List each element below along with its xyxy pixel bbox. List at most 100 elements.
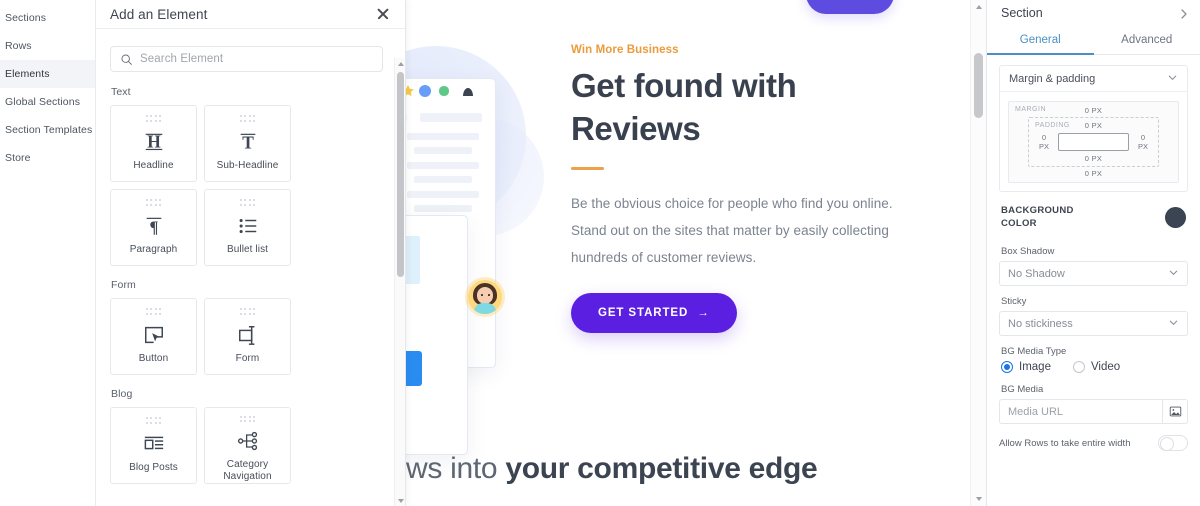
panel-title: Add an Element xyxy=(110,6,208,22)
background-color-swatch[interactable] xyxy=(1165,206,1186,228)
chevron-down-icon[interactable] xyxy=(1167,72,1178,86)
page-builder-app: Sections Rows Elements Global Sections S… xyxy=(0,0,1200,506)
padding-left-value[interactable]: 0 PX xyxy=(1034,133,1054,151)
floating-pill-button[interactable] xyxy=(806,0,894,14)
sidebar-item-store[interactable]: Store xyxy=(0,144,95,172)
bg-media-label: BG Media xyxy=(1001,384,1044,395)
hero-divider xyxy=(571,167,604,170)
canvas-scrollbar[interactable] xyxy=(970,0,986,506)
bg-media-type-radios: Image Video xyxy=(1001,361,1188,373)
scroll-up-icon[interactable] xyxy=(395,58,405,69)
element-card-label: Paragraph xyxy=(129,244,178,255)
radio-image-label: Image xyxy=(1019,361,1051,373)
sidebar-item-rows[interactable]: Rows xyxy=(0,32,95,60)
cta-label: GET STARTED xyxy=(598,307,689,319)
margin-padding-accordion: Margin & padding MARGIN 0 PX PADDING 0 P… xyxy=(999,65,1188,192)
element-card-category-navigation[interactable]: Category Navigation xyxy=(204,407,291,484)
allow-rows-toggle[interactable] xyxy=(1158,435,1188,451)
drag-handle-icon[interactable] xyxy=(146,416,162,425)
sidebar-item-sections[interactable]: Sections xyxy=(0,4,95,32)
element-card-form[interactable]: Form xyxy=(204,298,291,375)
padding-bottom-value[interactable]: 0 PX xyxy=(1034,154,1153,163)
canvas-preview[interactable]: today! to us. ond to 5 stars review. Win… xyxy=(406,0,986,506)
accordion-label: Margin & padding xyxy=(1009,72,1096,85)
get-started-button[interactable]: GET STARTED → xyxy=(571,293,737,333)
close-icon[interactable] xyxy=(375,6,391,22)
scrollbar-thumb[interactable] xyxy=(397,72,404,277)
background-color-label-line1: BACKGROUND xyxy=(1001,205,1074,216)
left-nav: Sections Rows Elements Global Sections S… xyxy=(0,0,96,506)
background-color-label: BACKGROUND COLOR xyxy=(1001,204,1074,230)
drag-handle-icon[interactable] xyxy=(146,307,162,316)
search-element-field[interactable]: Search Element xyxy=(110,46,383,72)
tab-general[interactable]: General xyxy=(987,26,1094,55)
drag-handle-icon[interactable] xyxy=(240,198,256,207)
sidebar-item-label: Section Templates xyxy=(5,124,93,136)
settings-body: Margin & padding MARGIN 0 PX PADDING 0 P… xyxy=(987,55,1200,506)
padding-right-value[interactable]: 0 PX xyxy=(1133,133,1153,151)
sidebar-item-elements[interactable]: Elements xyxy=(0,60,95,88)
headline-icon: H xyxy=(143,128,165,156)
element-panel-scrollbar[interactable] xyxy=(394,58,405,506)
sidebar-item-section-templates[interactable]: Section Templates xyxy=(0,116,95,144)
svg-text:¶: ¶ xyxy=(149,217,158,236)
chevron-right-icon[interactable] xyxy=(1178,7,1190,19)
tab-advanced[interactable]: Advanced xyxy=(1094,26,1200,55)
padding-right-number: 0 xyxy=(1140,133,1146,142)
sidebar-item-global-sections[interactable]: Global Sections xyxy=(0,88,95,116)
hero-headline-line2: Reviews xyxy=(571,110,701,147)
element-card-paragraph[interactable]: ¶ Paragraph xyxy=(110,189,197,266)
margin-bottom-value[interactable]: 0 PX xyxy=(1015,169,1172,178)
drag-handle-icon[interactable] xyxy=(240,114,256,123)
drag-handle-icon[interactable] xyxy=(146,114,162,123)
scrollbar-thumb[interactable] xyxy=(974,53,983,118)
element-card-blog-posts[interactable]: Blog Posts xyxy=(110,407,197,484)
box-shadow-select[interactable]: No Shadow xyxy=(999,261,1188,286)
element-card-button[interactable]: Button xyxy=(110,298,197,375)
panel-body: Search Element Text H Headline T Sub-Hea… xyxy=(96,29,405,506)
element-card-label: Form xyxy=(235,353,260,364)
chevron-down-icon xyxy=(1168,267,1179,281)
section-settings-header: Section xyxy=(987,0,1200,26)
element-card-label: Headline xyxy=(133,160,174,171)
page-title: Section xyxy=(1001,6,1043,20)
sticky-select[interactable]: No stickiness xyxy=(999,311,1188,336)
sidebar-item-label: Global Sections xyxy=(5,96,81,108)
radio-video[interactable]: Video xyxy=(1072,361,1120,373)
drag-handle-icon[interactable] xyxy=(240,307,256,316)
media-url-input[interactable]: Media URL xyxy=(999,399,1162,424)
background-color-row: BACKGROUND COLOR xyxy=(999,204,1188,230)
margin-padding-header[interactable]: Margin & padding xyxy=(1000,66,1187,92)
background-color-label-line2: COLOR xyxy=(1001,218,1037,229)
scroll-up-icon[interactable] xyxy=(971,0,986,14)
element-card-headline[interactable]: H Headline xyxy=(110,105,197,182)
section-two-text-bold: your competitive edge xyxy=(505,452,818,485)
image-picker-icon[interactable] xyxy=(1162,399,1188,424)
drag-handle-icon[interactable] xyxy=(240,416,256,422)
hero-eyebrow: Win More Business xyxy=(571,44,679,56)
avatar xyxy=(468,280,502,314)
scroll-down-icon[interactable] xyxy=(971,492,986,506)
padding-middle-row: 0 PX 0 PX xyxy=(1034,133,1153,151)
padding-label: PADDING xyxy=(1035,122,1070,129)
padding-right-unit: PX xyxy=(1137,142,1148,151)
radio-image[interactable]: Image xyxy=(1001,361,1051,373)
element-card-sub-headline[interactable]: T Sub-Headline xyxy=(204,105,291,182)
hero-headline: Get found with Reviews xyxy=(571,64,901,150)
element-card-bullet-list[interactable]: Bullet list xyxy=(204,189,291,266)
bg-media-type-label: BG Media Type xyxy=(1001,346,1067,357)
sub-headline-icon: T xyxy=(237,128,259,156)
button-icon xyxy=(143,321,165,349)
drag-handle-icon[interactable] xyxy=(146,198,162,207)
scroll-down-icon[interactable] xyxy=(395,495,405,506)
element-card-label: Sub-Headline xyxy=(216,160,279,171)
arrow-right-icon: → xyxy=(697,307,710,319)
group-label-blog: Blog xyxy=(111,388,133,400)
padding-box: PADDING 0 PX 0 PX 0 PX 0 PX xyxy=(1028,117,1159,167)
hero-body-text: Be the obvious choice for people who fin… xyxy=(571,196,893,265)
sticky-label: Sticky xyxy=(1001,296,1027,307)
chevron-down-icon xyxy=(1168,317,1179,331)
search-input[interactable]: Search Element xyxy=(140,53,223,65)
radio-dot-icon xyxy=(1001,361,1013,373)
sidebar-item-label: Elements xyxy=(5,68,50,80)
